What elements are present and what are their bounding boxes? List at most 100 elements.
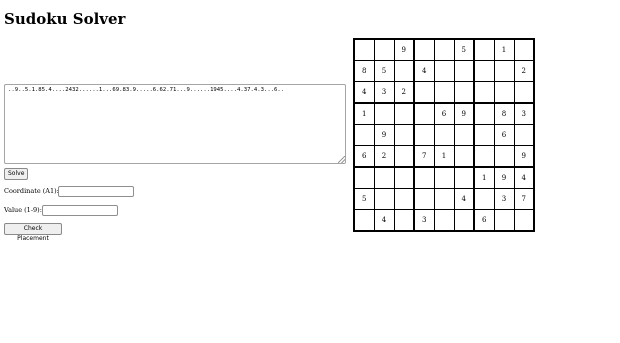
grid-cell[interactable]: 4 — [453, 188, 475, 210]
grid-cell[interactable]: 1 — [493, 38, 515, 61]
grid-cell[interactable] — [353, 166, 375, 189]
grid-cell[interactable] — [393, 102, 415, 125]
grid-cell[interactable] — [453, 145, 475, 168]
value-input[interactable] — [42, 205, 118, 216]
grid-cell[interactable]: 9 — [513, 145, 535, 168]
grid-cell[interactable]: 1 — [473, 166, 495, 189]
coordinate-input[interactable] — [58, 186, 134, 197]
grid-cell[interactable] — [413, 166, 435, 189]
grid-cell[interactable] — [393, 60, 415, 82]
grid-cell[interactable] — [413, 81, 435, 104]
page-title: Sudoku Solver — [4, 10, 126, 28]
grid-cell[interactable] — [453, 124, 475, 146]
grid-cell[interactable] — [473, 38, 495, 61]
grid-cell[interactable]: 7 — [413, 145, 435, 168]
grid-cell[interactable]: 2 — [373, 145, 395, 168]
grid-cell[interactable] — [373, 102, 395, 125]
grid-cell[interactable] — [433, 60, 455, 82]
grid-cell[interactable]: 6 — [433, 102, 455, 125]
grid-row: 854 2 — [353, 60, 535, 82]
grid-row: 6271 9 — [353, 145, 535, 168]
coordinate-label: Coordinate (A1): — [4, 187, 59, 195]
grid-cell[interactable] — [473, 102, 495, 125]
grid-cell[interactable] — [453, 166, 475, 189]
grid-cell[interactable] — [393, 166, 415, 189]
grid-cell[interactable]: 4 — [413, 60, 435, 82]
grid-row: 5 437 — [353, 188, 535, 210]
grid-cell[interactable] — [373, 166, 395, 189]
grid-cell[interactable] — [393, 209, 415, 232]
puzzle-textarea[interactable] — [4, 84, 346, 164]
grid-cell[interactable] — [513, 209, 535, 232]
grid-cell[interactable] — [473, 81, 495, 104]
sudoku-grid: 95185424321698396627191945437436 — [353, 38, 535, 232]
grid-cell[interactable] — [473, 124, 495, 146]
grid-cell[interactable] — [473, 188, 495, 210]
grid-cell[interactable]: 7 — [513, 188, 535, 210]
grid-cell[interactable] — [453, 81, 475, 104]
grid-cell[interactable] — [433, 166, 455, 189]
grid-cell[interactable] — [413, 124, 435, 146]
grid-cell[interactable]: 2 — [513, 60, 535, 82]
grid-cell[interactable] — [413, 102, 435, 125]
grid-cell[interactable]: 1 — [353, 102, 375, 125]
grid-cell[interactable]: 3 — [413, 209, 435, 232]
grid-cell[interactable]: 8 — [493, 102, 515, 125]
grid-cell[interactable]: 1 — [433, 145, 455, 168]
grid-cell[interactable] — [453, 209, 475, 232]
grid-cell[interactable]: 6 — [473, 209, 495, 232]
grid-cell[interactable] — [473, 145, 495, 168]
grid-cell[interactable]: 5 — [353, 188, 375, 210]
grid-cell[interactable] — [373, 188, 395, 210]
grid-cell[interactable] — [473, 60, 495, 82]
grid-cell[interactable] — [393, 188, 415, 210]
grid-cell[interactable]: 3 — [513, 102, 535, 125]
grid-cell[interactable]: 4 — [373, 209, 395, 232]
grid-row: 96 — [353, 124, 535, 146]
grid-cell[interactable] — [353, 38, 375, 61]
grid-cell[interactable]: 3 — [493, 188, 515, 210]
grid-cell[interactable] — [513, 81, 535, 104]
grid-cell[interactable]: 9 — [393, 38, 415, 61]
grid-cell[interactable] — [493, 209, 515, 232]
grid-cell[interactable] — [373, 38, 395, 61]
grid-cell[interactable]: 6 — [493, 124, 515, 146]
grid-cell[interactable] — [433, 188, 455, 210]
grid-cell[interactable]: 9 — [453, 102, 475, 125]
value-label: Value (1-9): — [4, 206, 42, 214]
check-placement-button[interactable]: Check Placement — [4, 223, 62, 242]
grid-cell[interactable]: 9 — [493, 166, 515, 189]
grid-cell[interactable] — [413, 188, 435, 210]
grid-cell[interactable] — [433, 81, 455, 104]
grid-cell[interactable] — [353, 209, 375, 232]
grid-cell[interactable]: 5 — [373, 60, 395, 82]
grid-cell[interactable]: 5 — [453, 38, 475, 61]
grid-cell[interactable] — [493, 81, 515, 104]
grid-row: 194 — [353, 166, 535, 189]
grid-cell[interactable] — [513, 38, 535, 61]
grid-cell[interactable]: 6 — [353, 145, 375, 168]
grid-cell[interactable]: 4 — [513, 166, 535, 189]
grid-row: 1 6983 — [353, 102, 535, 125]
grid-cell[interactable] — [493, 60, 515, 82]
grid-row: 43 6 — [353, 209, 535, 232]
grid-row: 432 — [353, 81, 535, 104]
grid-row: 9 51 — [353, 38, 535, 61]
grid-cell[interactable] — [393, 145, 415, 168]
grid-cell[interactable] — [493, 145, 515, 168]
grid-cell[interactable]: 2 — [393, 81, 415, 104]
grid-cell[interactable] — [433, 209, 455, 232]
grid-cell[interactable] — [453, 60, 475, 82]
grid-cell[interactable] — [353, 124, 375, 146]
grid-cell[interactable]: 3 — [373, 81, 395, 104]
grid-cell[interactable]: 8 — [353, 60, 375, 82]
grid-cell[interactable]: 9 — [373, 124, 395, 146]
grid-cell[interactable] — [413, 38, 435, 61]
grid-cell[interactable]: 4 — [353, 81, 375, 104]
resize-handle-icon[interactable] — [338, 156, 345, 163]
grid-cell[interactable] — [433, 124, 455, 146]
grid-cell[interactable] — [393, 124, 415, 146]
solve-button[interactable]: Solve — [4, 168, 28, 180]
grid-cell[interactable] — [513, 124, 535, 146]
grid-cell[interactable] — [433, 38, 455, 61]
